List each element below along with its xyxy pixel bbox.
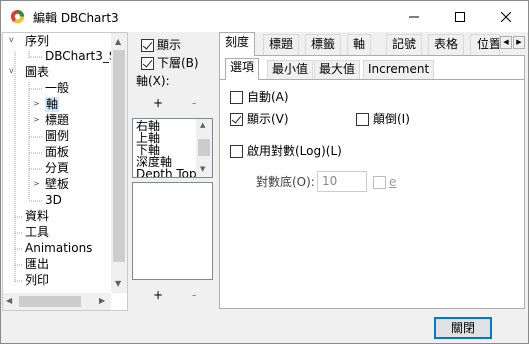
window-title: 編輯 DBChart3	[33, 11, 119, 25]
logarithmic-checkbox[interactable]	[230, 145, 243, 158]
subtab-minimum[interactable]: 最小值	[267, 60, 314, 79]
log-base-label: 對數底(O):	[256, 175, 315, 189]
subtab-increment[interactable]: Increment	[363, 60, 435, 79]
tree-scroll-thumb[interactable]	[113, 50, 125, 262]
scroll-up-icon[interactable]: ▲	[115, 37, 121, 46]
scroll-down-icon[interactable]: ▼	[200, 165, 205, 173]
maximize-button[interactable]	[437, 1, 483, 32]
tree-vertical-scrollbar[interactable]: ▲ ▼	[111, 33, 127, 293]
log-base-value: 10	[322, 174, 338, 188]
subtab-maximum[interactable]: 最大值	[314, 60, 361, 79]
tab-position[interactable]: 位置	[470, 34, 500, 55]
tab-ticks[interactable]: 記號	[386, 34, 423, 55]
remove-axis-button[interactable]: -	[192, 96, 196, 111]
close-window-button[interactable]	[483, 1, 529, 32]
subtab-options[interactable]: 選項	[225, 58, 260, 80]
logarithmic-label: 啟用對數(Log)(L)	[247, 144, 342, 158]
behind-label: 下層(B)	[157, 56, 199, 70]
tab-title[interactable]: 標題	[263, 34, 300, 55]
add-axis-button[interactable]: +	[153, 96, 163, 111]
tab-axis[interactable]: 軸	[347, 34, 372, 55]
axes-list-scrollbar[interactable]: ▲ ▼	[196, 119, 212, 177]
tab-labels[interactable]: 標籤	[305, 34, 342, 55]
settings-tree[interactable]: v 序列 DBChart3_Se v 圖表 一般 > 軸 > 標題 圖例 面板 …	[2, 32, 128, 311]
show-axes-label: 顯示	[157, 38, 182, 52]
visible-label: 顯示(V)	[247, 112, 289, 126]
inverted-label: 顛倒(I)	[373, 112, 410, 126]
inverted-checkbox[interactable]	[356, 113, 369, 126]
scroll-right-icon[interactable]: ▶	[99, 296, 105, 305]
axes-listbox[interactable]: 右軸 上軸 下軸 深度軸 Depth Top ▲ ▼	[132, 118, 213, 178]
close-button[interactable]: 關閉	[434, 317, 492, 339]
behind-checkbox[interactable]	[141, 57, 154, 70]
e-base-checkbox[interactable]	[373, 176, 386, 189]
tab-grid[interactable]: 表格	[428, 34, 465, 55]
axes-list-scroll-thumb[interactable]	[198, 139, 210, 156]
maximize-icon	[455, 11, 465, 22]
list-item[interactable]: Depth Top	[136, 168, 197, 177]
scroll-left-icon[interactable]: ◀	[6, 296, 12, 305]
log-base-input[interactable]: 10	[317, 171, 367, 192]
axis-selection-panel: 顯示 下層(B) 軸(X): + - 右軸 上軸 下軸 深度軸 Depth To…	[132, 32, 215, 311]
tree-lines	[14, 51, 43, 283]
scroll-up-icon[interactable]: ▲	[200, 121, 205, 129]
e-base-label: e	[389, 175, 397, 189]
add-custom-axis-button[interactable]: +	[153, 288, 163, 303]
axis-list-label: 軸(X):	[136, 74, 170, 88]
scroll-down-icon[interactable]: ▼	[115, 279, 121, 288]
tab-scroll-left-button[interactable]: ◀	[500, 36, 512, 49]
tree-horizontal-scrollbar[interactable]: ◀ ▶	[3, 293, 111, 310]
tab-scales[interactable]: 刻度	[219, 32, 256, 56]
tree-hscroll-thumb[interactable]	[19, 296, 81, 307]
auto-label: 自動(A)	[247, 90, 289, 104]
auto-checkbox[interactable]	[230, 91, 243, 104]
title-bar: 編輯 DBChart3	[1, 1, 528, 32]
axis-settings: 刻度 標題 標籤 軸 記號 表格 位置 ◀ ▶ 選項 最小值 最大值 Incre…	[216, 32, 528, 311]
editor-window: 編輯 DBChart3 v 序列 DBChart3_Se v 圖表 一般 > 軸…	[0, 0, 529, 344]
options-panel: 自動(A) 顯示(V) 顛倒(I) 啟用對數(Log)(L) 對數底(O): 1…	[219, 79, 525, 309]
tab-scroll-right-button[interactable]: ▶	[513, 36, 525, 49]
minimize-button[interactable]	[391, 1, 437, 32]
visible-checkbox[interactable]	[230, 113, 243, 126]
show-axes-checkbox[interactable]	[141, 39, 154, 52]
remove-custom-axis-button[interactable]: -	[192, 288, 196, 303]
minimize-icon	[409, 16, 419, 17]
teechart-logo-icon	[10, 9, 25, 24]
close-icon	[501, 11, 511, 22]
custom-axes-listbox[interactable]	[132, 182, 213, 280]
